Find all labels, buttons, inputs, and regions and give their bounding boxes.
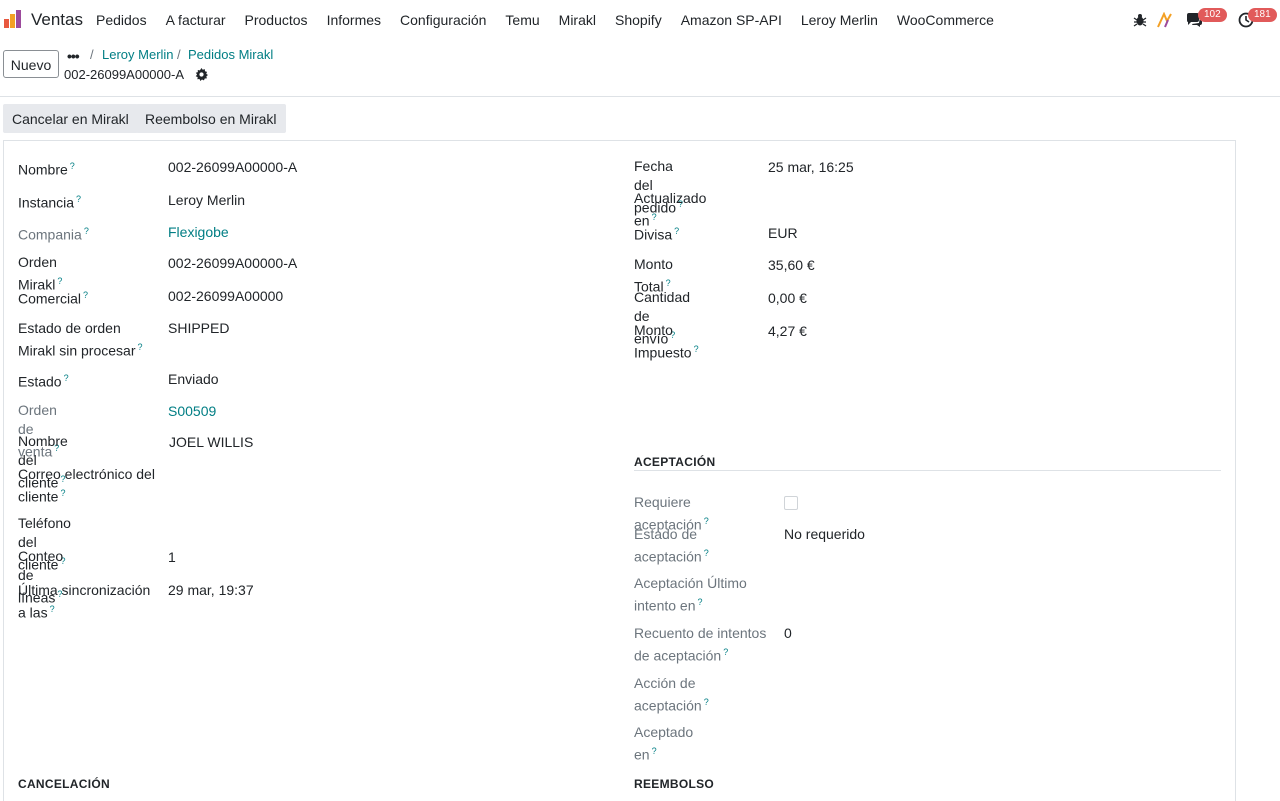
action-bar: Cancelar en Mirakl Reembolso en Mirakl bbox=[0, 97, 1280, 139]
breadcrumb-leroy-merlin[interactable]: Leroy Merlin bbox=[102, 47, 174, 62]
field-value[interactable]: 0,00 € bbox=[768, 289, 807, 308]
ai-assistant-icon[interactable] bbox=[1157, 12, 1173, 28]
menu-pedidos[interactable]: Pedidos bbox=[96, 12, 147, 28]
bug-icon[interactable] bbox=[1132, 12, 1148, 28]
field-label: Compania bbox=[18, 226, 82, 243]
breadcrumb-pedidos-mirakl[interactable]: Pedidos Mirakl bbox=[188, 47, 273, 62]
breadcrumb-separator: / bbox=[177, 47, 181, 62]
help-tooltip-icon[interactable]: ? bbox=[723, 647, 728, 657]
help-tooltip-icon[interactable]: ? bbox=[694, 344, 699, 354]
messages-badge: 102 bbox=[1198, 8, 1227, 22]
field-value[interactable]: 1 bbox=[168, 548, 176, 567]
help-tooltip-icon[interactable]: ? bbox=[57, 276, 62, 286]
menu-shopify[interactable]: Shopify bbox=[615, 12, 662, 28]
help-tooltip-icon[interactable]: ? bbox=[704, 697, 709, 707]
field-value[interactable]: 002-26099A00000-A bbox=[168, 158, 297, 177]
help-tooltip-icon[interactable]: ? bbox=[64, 373, 69, 383]
field-value[interactable]: SHIPPED bbox=[168, 319, 229, 338]
field-value[interactable]: No requerido bbox=[784, 525, 865, 544]
top-navbar: Ventas Pedidos A facturar Productos Info… bbox=[0, 0, 1280, 40]
menu-configuracion[interactable]: Configuración bbox=[400, 12, 486, 28]
more-icon[interactable]: ••• bbox=[67, 48, 80, 64]
field-label: Aceptado en bbox=[634, 724, 694, 763]
field-label: intento en bbox=[634, 597, 696, 614]
refund-section-title: REEMBOLSO bbox=[634, 777, 715, 791]
cancel-in-mirakl-button[interactable]: Cancelar en Mirakl bbox=[3, 104, 138, 133]
field-label: Recuento de intentos bbox=[634, 625, 767, 641]
help-tooltip-icon[interactable]: ? bbox=[698, 597, 703, 607]
field-label: aceptación bbox=[634, 548, 702, 565]
help-tooltip-icon[interactable]: ? bbox=[652, 746, 657, 756]
help-tooltip-icon[interactable]: ? bbox=[84, 226, 89, 236]
new-button[interactable]: Nuevo bbox=[3, 50, 59, 78]
menu-productos[interactable]: Productos bbox=[245, 12, 308, 28]
field-label: Comercial bbox=[18, 290, 82, 307]
field-label: Nombre bbox=[18, 161, 68, 178]
field-value[interactable]: 35,60 € bbox=[768, 256, 815, 275]
sales-app-icon[interactable] bbox=[3, 9, 23, 29]
field-label: Monto Impuesto bbox=[634, 322, 692, 361]
control-panel: Nuevo ••• / Leroy Merlin / Pedidos Mirak… bbox=[0, 40, 1280, 97]
record-title: 002-26099A00000-A bbox=[64, 67, 184, 82]
menu-amazon-sp-api[interactable]: Amazon SP-API bbox=[681, 12, 782, 28]
cancellation-section-title: CANCELACIÓN bbox=[18, 777, 110, 791]
menu-mirakl[interactable]: Mirakl bbox=[559, 12, 596, 28]
breadcrumb-separator: / bbox=[90, 47, 94, 62]
field-value[interactable]: Leroy Merlin bbox=[168, 191, 245, 210]
requires-acceptance-checkbox[interactable] bbox=[784, 496, 798, 510]
section-divider bbox=[634, 470, 1221, 471]
app-name[interactable]: Ventas bbox=[31, 10, 83, 30]
field-value[interactable]: 0 bbox=[784, 624, 792, 643]
menu-temu[interactable]: Temu bbox=[505, 12, 539, 28]
field-label: Estado bbox=[18, 373, 62, 390]
field-label: Mirakl sin procesar bbox=[18, 342, 136, 359]
field-value[interactable]: 002-26099A00000 bbox=[168, 287, 283, 306]
form-sheet: Nombre? 002-26099A00000-A Instancia? Ler… bbox=[3, 140, 1236, 801]
field-label: de aceptación bbox=[634, 647, 722, 664]
field-label: Última sincronización bbox=[18, 582, 151, 598]
help-tooltip-icon[interactable]: ? bbox=[674, 226, 679, 236]
field-value[interactable]: Enviado bbox=[168, 370, 219, 389]
activities-badge: 181 bbox=[1248, 8, 1277, 22]
field-value[interactable]: EUR bbox=[768, 224, 798, 243]
field-label: Divisa bbox=[634, 226, 673, 243]
field-label: Correo electrónico del bbox=[18, 466, 155, 482]
menu-a-facturar[interactable]: A facturar bbox=[166, 12, 226, 28]
field-value[interactable]: 002-26099A00000-A bbox=[168, 254, 297, 273]
field-label: Estado de bbox=[634, 526, 698, 542]
menu-leroy-merlin[interactable]: Leroy Merlin bbox=[801, 12, 878, 28]
field-label: Estado de orden bbox=[18, 320, 121, 336]
refund-in-mirakl-button[interactable]: Reembolso en Mirakl bbox=[136, 104, 286, 133]
field-value[interactable]: 29 mar, 19:37 bbox=[168, 581, 254, 600]
field-label: aceptación bbox=[634, 697, 702, 714]
help-tooltip-icon[interactable]: ? bbox=[83, 290, 88, 300]
field-value[interactable]: 4,27 € bbox=[768, 322, 807, 341]
help-tooltip-icon[interactable]: ? bbox=[666, 278, 671, 288]
company-link[interactable]: Flexigobe bbox=[168, 223, 229, 242]
help-tooltip-icon[interactable]: ? bbox=[137, 342, 142, 352]
systray: 102 181 bbox=[1120, 0, 1280, 40]
menu-woocommerce[interactable]: WooCommerce bbox=[897, 12, 994, 28]
field-label: Instancia bbox=[18, 194, 75, 211]
field-label: a las bbox=[18, 604, 48, 621]
help-tooltip-icon[interactable]: ? bbox=[70, 161, 75, 171]
field-value[interactable]: 25 mar, 16:25 bbox=[768, 158, 854, 177]
field-label: cliente bbox=[18, 488, 59, 505]
main-menu: Pedidos A facturar Productos Informes Co… bbox=[96, 12, 1013, 28]
sale-order-link[interactable]: S00509 bbox=[168, 402, 216, 421]
menu-informes[interactable]: Informes bbox=[327, 12, 381, 28]
help-tooltip-icon[interactable]: ? bbox=[50, 604, 55, 614]
field-label: Aceptación Último bbox=[634, 575, 747, 591]
help-tooltip-icon[interactable]: ? bbox=[60, 488, 65, 498]
help-tooltip-icon[interactable]: ? bbox=[76, 194, 81, 204]
help-tooltip-icon[interactable]: ? bbox=[652, 212, 657, 222]
field-value[interactable]: JOEL WILLIS bbox=[169, 433, 253, 452]
acceptance-section-title: ACEPTACIÓN bbox=[634, 455, 716, 469]
field-label: Acción de bbox=[634, 675, 696, 691]
help-tooltip-icon[interactable]: ? bbox=[704, 548, 709, 558]
gear-icon[interactable] bbox=[195, 68, 208, 81]
